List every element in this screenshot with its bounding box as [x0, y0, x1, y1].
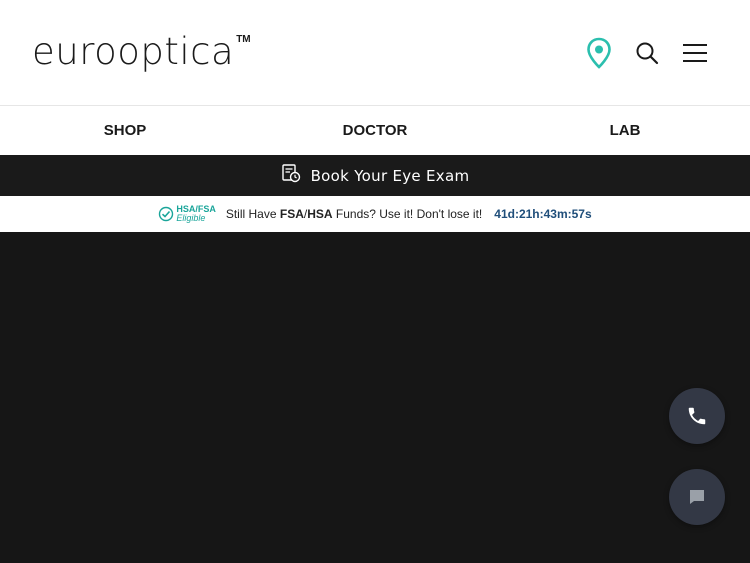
call-button[interactable] [669, 388, 725, 444]
logo-text: eurooptica [32, 30, 235, 73]
fsa-banner[interactable]: HSA/FSA Eligible Still Have FSA/HSA Fund… [0, 196, 750, 232]
countdown-timer: 41d:21h:43m:57s [494, 207, 592, 221]
chat-button[interactable] [669, 469, 725, 525]
hsa-fsa-badge: HSA/FSA Eligible [158, 205, 216, 223]
chat-icon [690, 490, 704, 504]
phone-icon [688, 407, 706, 425]
hero-banner [0, 232, 750, 563]
location-pin-icon[interactable] [584, 36, 614, 70]
fsa-message: Still Have FSA/HSA Funds? Use it! Don't … [225, 207, 483, 221]
site-header: eurooptica TM [0, 0, 750, 106]
header-icons [584, 36, 710, 70]
nav-item-doctor[interactable]: DOCTOR [250, 106, 500, 155]
main-nav: SHOP DOCTOR LAB [0, 106, 750, 155]
nav-item-shop[interactable]: SHOP [0, 106, 250, 155]
calendar-clock-icon [281, 163, 301, 188]
badge-bottom-text: Eligible [176, 213, 206, 223]
logo-trademark: TM [236, 34, 251, 45]
menu-icon[interactable] [680, 36, 710, 70]
nav-item-lab[interactable]: LAB [500, 106, 750, 155]
book-exam-button[interactable]: Book Your Eye Exam [0, 155, 750, 196]
search-icon[interactable] [632, 36, 662, 70]
check-circle-icon [159, 206, 174, 222]
book-exam-label: Book Your Eye Exam [310, 166, 470, 185]
logo[interactable]: eurooptica TM [32, 30, 251, 74]
